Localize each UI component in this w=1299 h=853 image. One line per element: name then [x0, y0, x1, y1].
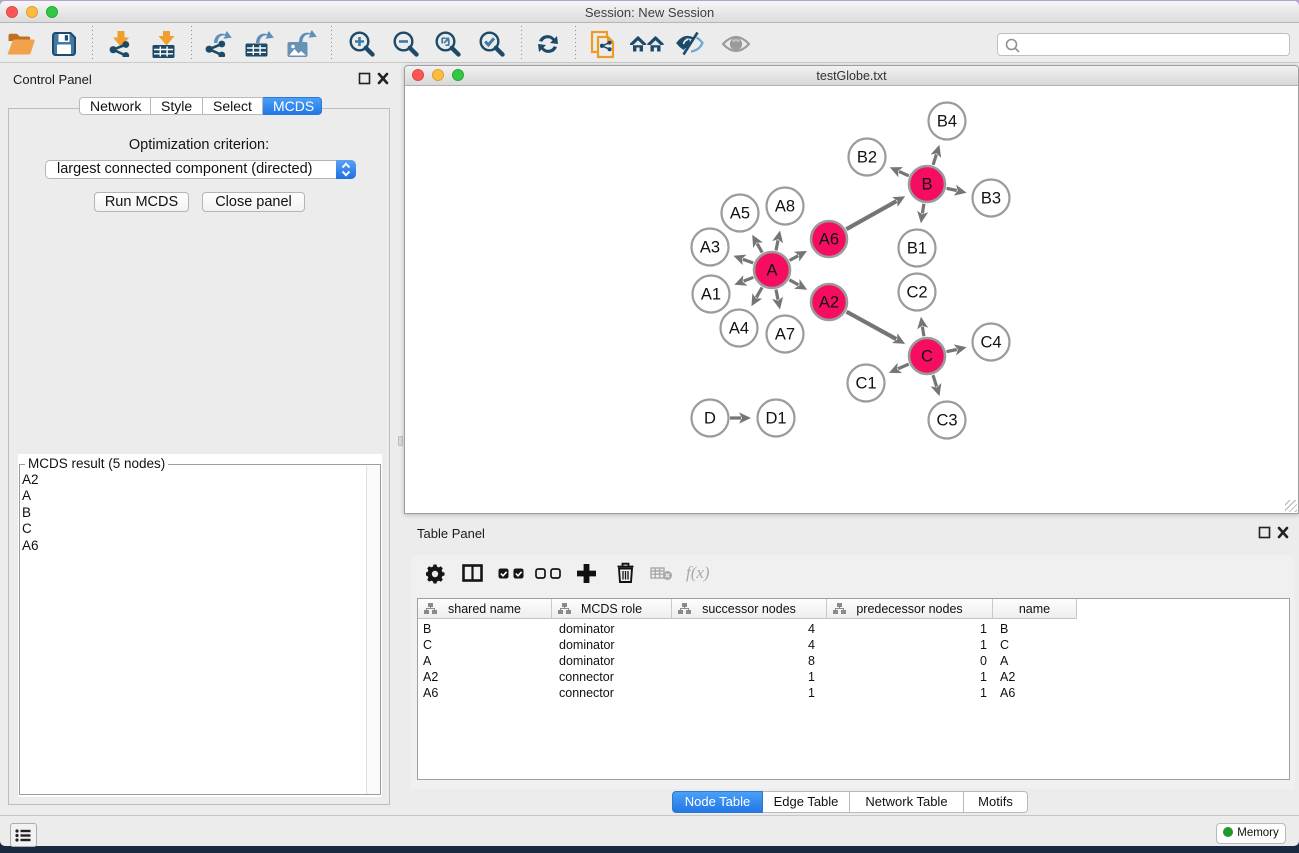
svg-text:A7: A7 [775, 326, 795, 344]
svg-text:C3: C3 [936, 412, 957, 430]
svg-text:A3: A3 [700, 239, 720, 257]
svg-text:A6: A6 [819, 231, 839, 249]
svg-text:A: A [766, 262, 777, 280]
svg-text:C2: C2 [906, 284, 927, 302]
svg-text:A8: A8 [775, 198, 795, 216]
svg-text:D1: D1 [765, 410, 786, 428]
svg-text:C4: C4 [980, 334, 1001, 352]
svg-text:A5: A5 [730, 205, 750, 223]
svg-text:B: B [921, 176, 932, 194]
svg-text:A2: A2 [819, 294, 839, 312]
svg-text:B3: B3 [981, 190, 1001, 208]
svg-text:D: D [704, 410, 716, 428]
svg-text:B4: B4 [937, 113, 957, 131]
svg-text:B2: B2 [857, 149, 877, 167]
svg-text:A4: A4 [729, 320, 749, 338]
svg-text:B1: B1 [907, 240, 927, 258]
svg-text:A1: A1 [701, 286, 721, 304]
svg-text:C1: C1 [855, 375, 876, 393]
svg-text:C: C [921, 348, 933, 366]
